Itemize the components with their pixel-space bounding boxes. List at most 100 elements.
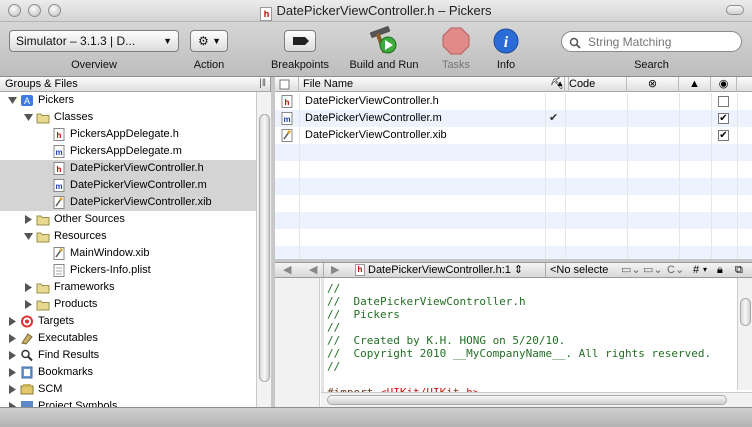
action-button[interactable]: ⚙ ▼ <box>190 30 228 52</box>
search-icon <box>569 37 581 49</box>
breakpoints-button[interactable] <box>284 30 316 52</box>
bookmarks-popup-icon[interactable]: ▭⌄ <box>621 263 641 277</box>
breakpoints-popup-icon[interactable]: ▭⌄ <box>643 263 663 277</box>
disclosure-closed-icon[interactable] <box>24 300 33 309</box>
window-title: h DatePickerViewController.h – Pickers <box>0 3 752 21</box>
file-list-header: File Name ▲ ⛏ Code ⊗ ▲ ◉ <box>275 77 752 92</box>
nav-back-button[interactable]: ◀ <box>303 263 325 277</box>
sidebar-scroll-thumb[interactable] <box>259 114 270 382</box>
disclosure-open-icon[interactable] <box>24 113 33 122</box>
code-line[interactable]: // DatePickerViewController.h <box>327 295 526 308</box>
info-button[interactable]: i <box>492 27 520 55</box>
tasks-button[interactable] <box>442 27 470 55</box>
target-icon: ◉ <box>718 78 729 90</box>
sidebar-item[interactable]: Other Sources <box>0 211 256 228</box>
split-editor-icon[interactable]: ⧉ <box>735 263 743 277</box>
sidebar-item[interactable]: MainWindow.xib <box>0 245 256 262</box>
symbol-popup[interactable]: <No selecte <box>545 263 617 277</box>
included-files-popup[interactable]: # <box>693 263 699 277</box>
sidebar-item[interactable]: Frameworks <box>0 279 256 296</box>
search-input[interactable] <box>561 31 742 52</box>
editor-hscroll-thumb[interactable] <box>327 395 727 405</box>
editor-gutter[interactable] <box>275 278 320 407</box>
code-editor[interactable]: //// DatePickerViewController.h// Picker… <box>275 278 752 407</box>
split-handle-icon[interactable]: |‖ <box>259 77 266 91</box>
sidebar-scrollbar[interactable] <box>256 92 271 407</box>
sidebar-item[interactable]: Executables <box>0 330 256 347</box>
sidebar-item[interactable]: m PickersAppDelegate.m <box>0 143 256 160</box>
col-code[interactable]: Code <box>565 77 627 92</box>
disclosure-closed-icon[interactable] <box>24 283 33 292</box>
toolbar-toggle-button[interactable] <box>726 5 744 15</box>
sidebar-item[interactable]: Bookmarks <box>0 364 256 381</box>
col-file-type[interactable] <box>275 77 299 92</box>
lock-icon[interactable]: 🔒︎ <box>717 263 723 277</box>
disclosure-closed-icon[interactable] <box>8 368 17 377</box>
build-and-run-button[interactable] <box>366 25 400 57</box>
sidebar-item[interactable]: Targets <box>0 313 256 330</box>
code-line[interactable]: // Pickers <box>327 308 400 321</box>
target-checkbox[interactable] <box>718 96 729 107</box>
chevron-down-icon: ▼ <box>163 36 172 46</box>
file-history-popup[interactable]: DatePickerViewController.h:1 ⇕ <box>368 263 523 277</box>
table-row[interactable]: h DatePickerViewController.h <box>275 93 752 110</box>
nav-back-icon[interactable]: ◀ <box>283 263 291 277</box>
col-warnings[interactable]: ▲ <box>679 77 711 92</box>
sidebar-item[interactable]: m DatePickerViewController.m <box>0 177 256 194</box>
code-line[interactable]: // <box>327 282 340 295</box>
sidebar-item[interactable]: Classes <box>0 109 256 126</box>
table-row[interactable]: m DatePickerViewController.m ✔ ✔ <box>275 110 752 127</box>
target-checkbox[interactable]: ✔ <box>718 130 729 141</box>
code-line[interactable]: // <box>327 360 340 373</box>
sidebar-item-label: Resources <box>54 230 107 242</box>
table-row[interactable]: DatePickerViewController.xib ✔ <box>275 127 752 144</box>
target-checkbox[interactable]: ✔ <box>718 113 729 124</box>
disclosure-closed-icon[interactable] <box>8 385 17 394</box>
empty-table-row <box>275 178 752 195</box>
disclosure-open-icon[interactable] <box>8 96 17 105</box>
sidebar-item-label: PickersAppDelegate.m <box>70 145 182 157</box>
sidebar-item-label: Find Results <box>38 349 100 361</box>
nav-forward-icon[interactable]: ▶ <box>331 263 339 277</box>
chevron-down-icon: ▼ <box>212 36 221 46</box>
sidebar-item[interactable]: Pickers-Info.plist <box>0 262 256 279</box>
code-line[interactable]: // Copyright 2010 __MyCompanyName__. All… <box>327 347 711 360</box>
svg-text:h: h <box>57 165 62 174</box>
disclosure-closed-icon[interactable] <box>24 215 33 224</box>
sidebar-item[interactable]: h PickersAppDelegate.h <box>0 126 256 143</box>
disclosure-closed-icon[interactable] <box>8 334 17 343</box>
groups-header: Groups & Files |‖ <box>0 77 270 92</box>
build-check-mark: ✔ <box>549 112 559 124</box>
sidebar-item[interactable]: SCM <box>0 381 256 398</box>
empty-table-row <box>275 161 752 178</box>
chevron-down-icon: ▾ <box>703 265 708 274</box>
col-errors[interactable]: ⊗ <box>627 77 679 92</box>
search-label: Search <box>634 59 669 71</box>
sidebar-item[interactable]: DatePickerViewController.xib <box>0 194 256 211</box>
editor-vertical-scrollbar[interactable] <box>737 278 752 390</box>
svg-text:h: h <box>285 98 290 107</box>
disclosure-closed-icon[interactable] <box>8 317 17 326</box>
sidebar-item[interactable]: A Pickers <box>0 92 256 109</box>
disclosure-open-icon[interactable] <box>24 232 33 241</box>
code-line[interactable]: // <box>327 321 340 334</box>
code-line[interactable]: // Created by K.H. HONG on 5/20/10. <box>327 334 565 347</box>
sidebar-item-label: PickersAppDelegate.h <box>70 128 179 140</box>
class-hierarchy-popup-icon[interactable]: C⌄ <box>667 263 684 277</box>
overview-popup[interactable]: Simulator – 3.1.3 | D... ▼ <box>9 30 179 52</box>
document-icon <box>279 79 290 90</box>
sidebar-item[interactable]: Resources <box>0 228 256 245</box>
sidebar-item[interactable]: Products <box>0 296 256 313</box>
editor-scroll-thumb[interactable] <box>740 298 751 326</box>
sidebar-item[interactable]: h DatePickerViewController.h <box>0 160 256 177</box>
code-token: // Copyright 2010 __MyCompanyName__. All… <box>327 347 712 360</box>
col-file-name[interactable]: File Name ▲ <box>299 77 569 92</box>
file-list-table: File Name ▲ ⛏ Code ⊗ ▲ ◉ h DatePickerView… <box>275 77 752 263</box>
code-token: // <box>327 282 341 295</box>
sidebar-item[interactable]: Find Results <box>0 347 256 364</box>
disclosure-closed-icon[interactable] <box>8 351 17 360</box>
col-target[interactable]: ◉ <box>711 77 737 92</box>
editor-horizontal-scrollbar[interactable] <box>321 392 752 407</box>
gear-icon: ⚙ <box>198 34 209 48</box>
col-build[interactable]: ⛏ <box>545 77 565 92</box>
